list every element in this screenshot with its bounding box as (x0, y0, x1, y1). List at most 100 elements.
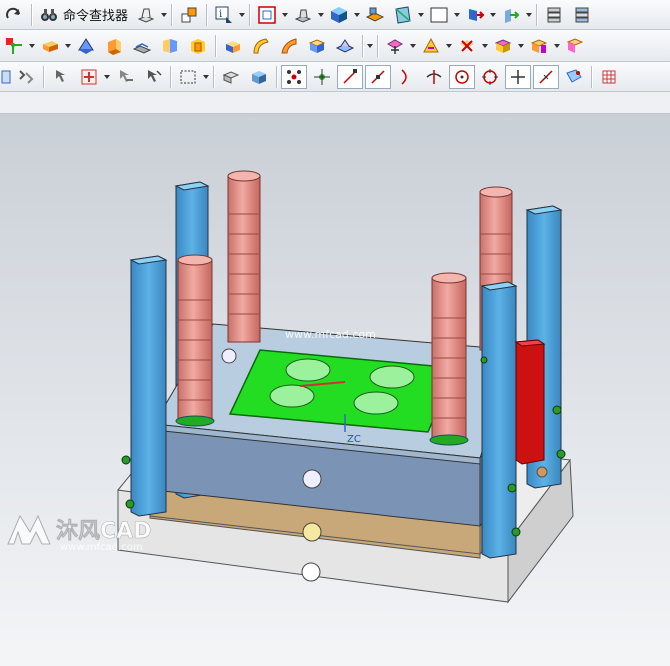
toolbar-row-1: 命令查找器 i (0, 0, 670, 30)
dropdown-arrow[interactable] (281, 3, 289, 27)
separator (206, 3, 208, 26)
delete-face-icon[interactable] (454, 34, 480, 58)
snap-points-icon[interactable] (281, 64, 307, 89)
intersection-icon[interactable] (421, 65, 447, 89)
copy-object-icon[interactable] (176, 3, 202, 27)
binoculars-icon (41, 8, 57, 21)
existing-point-icon[interactable] (505, 64, 531, 89)
watermark-brand: 沐风CAD (56, 519, 151, 544)
toolbar-row-3 (0, 62, 670, 92)
dropdown-arrow[interactable] (238, 3, 246, 27)
dropdown-arrow[interactable] (453, 3, 461, 27)
dropdown-arrow[interactable] (28, 34, 36, 58)
arc-center-icon[interactable] (449, 64, 475, 89)
deselect-icon[interactable] (112, 65, 138, 89)
dropdown-arrow[interactable] (525, 3, 533, 27)
separator (171, 3, 173, 26)
mold-assembly-model: ZC www.mfcad.com 沐风CAD www.mfcad.com (7, 170, 574, 604)
mid-point-icon[interactable] (365, 64, 391, 89)
watermark-url-bottom: www.mfcad.com (60, 542, 143, 553)
separator (215, 34, 216, 57)
layer-icon[interactable] (133, 3, 159, 27)
dropdown-arrow[interactable] (409, 34, 417, 58)
end-point-icon[interactable] (337, 64, 363, 89)
selection-priority-icon[interactable] (48, 65, 74, 89)
dropdown-arrow[interactable] (202, 65, 210, 89)
dropdown-arrow[interactable] (366, 34, 374, 58)
extrude-icon[interactable] (101, 34, 127, 58)
background-color-icon[interactable] (426, 3, 452, 27)
dropdown-arrow[interactable] (481, 34, 489, 58)
select-body-icon[interactable] (218, 65, 244, 89)
sweep-icon[interactable] (73, 34, 99, 58)
dropdown-arrow[interactable] (353, 3, 361, 27)
blend-icon[interactable] (248, 34, 274, 58)
guide-pin-back-left (227, 170, 261, 343)
csys-icon[interactable] (1, 34, 27, 58)
command-finder-button[interactable]: 命令查找器 (35, 3, 132, 27)
block-icon[interactable] (37, 34, 63, 58)
info-icon[interactable]: i (211, 3, 237, 27)
toolbar-row-2 (0, 30, 670, 62)
point-on-curve-icon[interactable] (533, 64, 559, 89)
snap-grid-icon[interactable] (309, 65, 335, 89)
shaded-cube-icon[interactable] (326, 3, 352, 27)
separator (377, 34, 378, 57)
export-view-icon[interactable] (498, 3, 524, 27)
guide-pin-front-left (175, 254, 215, 427)
box-icon[interactable] (220, 34, 246, 58)
dropdown-arrow[interactable] (103, 65, 111, 89)
quadrant-point-icon[interactable] (477, 65, 503, 89)
resize-face-icon[interactable] (562, 34, 588, 58)
command-finder-label: 命令查找器 (63, 9, 129, 24)
guide-pin-front-right (429, 272, 469, 446)
graphics-viewport[interactable]: ZC www.mfcad.com 沐风CAD www.mfcad.com (0, 114, 670, 666)
shell-icon[interactable] (304, 34, 330, 58)
stack-layers-2-icon[interactable] (569, 3, 595, 27)
surface-icon[interactable] (390, 3, 416, 27)
chamfer-icon[interactable] (276, 34, 302, 58)
mfcad-logo-icon (7, 514, 51, 545)
point-on-face-icon[interactable] (561, 65, 587, 89)
snap-filter-icon[interactable] (13, 65, 39, 89)
select-face-icon[interactable] (246, 65, 272, 89)
dropdown-arrow[interactable] (160, 3, 168, 27)
view-triad-icon[interactable] (462, 3, 488, 27)
svg-text:i: i (219, 9, 222, 20)
separator (213, 65, 214, 88)
fit-view-icon[interactable] (254, 3, 280, 27)
unite-icon[interactable] (157, 34, 183, 58)
selection-scope-icon[interactable] (76, 65, 102, 89)
grid-icon[interactable] (596, 65, 622, 89)
dropdown-arrow[interactable] (317, 3, 325, 27)
select-filter-icon[interactable] (1, 65, 11, 89)
render-style-icon[interactable] (290, 3, 316, 27)
separator (43, 65, 44, 88)
pull-face-icon[interactable] (418, 34, 444, 58)
offset-face-icon[interactable] (526, 34, 552, 58)
rectangle-select-icon[interactable] (175, 65, 201, 89)
dropdown-arrow[interactable] (417, 3, 425, 27)
separator (362, 34, 363, 57)
dropdown-arrow[interactable] (489, 3, 497, 27)
stack-layers-icon[interactable] (541, 3, 567, 27)
dropdown-arrow[interactable] (64, 34, 72, 58)
revolve-icon[interactable] (129, 34, 155, 58)
subtract-icon[interactable] (185, 34, 211, 58)
layer-manager-icon[interactable] (362, 3, 388, 27)
separator (276, 65, 277, 88)
watermark-url-top: www.mfcad.com (285, 328, 376, 341)
separator (31, 3, 32, 26)
toolbar-row-4 (0, 92, 670, 114)
dropdown-arrow[interactable] (517, 34, 525, 58)
dropdown-arrow[interactable] (553, 34, 561, 58)
quick-pick-icon[interactable] (140, 65, 166, 89)
redo-icon[interactable] (1, 3, 27, 27)
move-face-icon[interactable] (382, 34, 408, 58)
dropdown-arrow[interactable] (445, 34, 453, 58)
control-point-icon[interactable] (393, 65, 419, 89)
axis-label-zc: ZC (347, 434, 361, 445)
replace-face-icon[interactable] (490, 34, 516, 58)
draft-icon[interactable] (332, 34, 358, 58)
separator (536, 3, 538, 26)
